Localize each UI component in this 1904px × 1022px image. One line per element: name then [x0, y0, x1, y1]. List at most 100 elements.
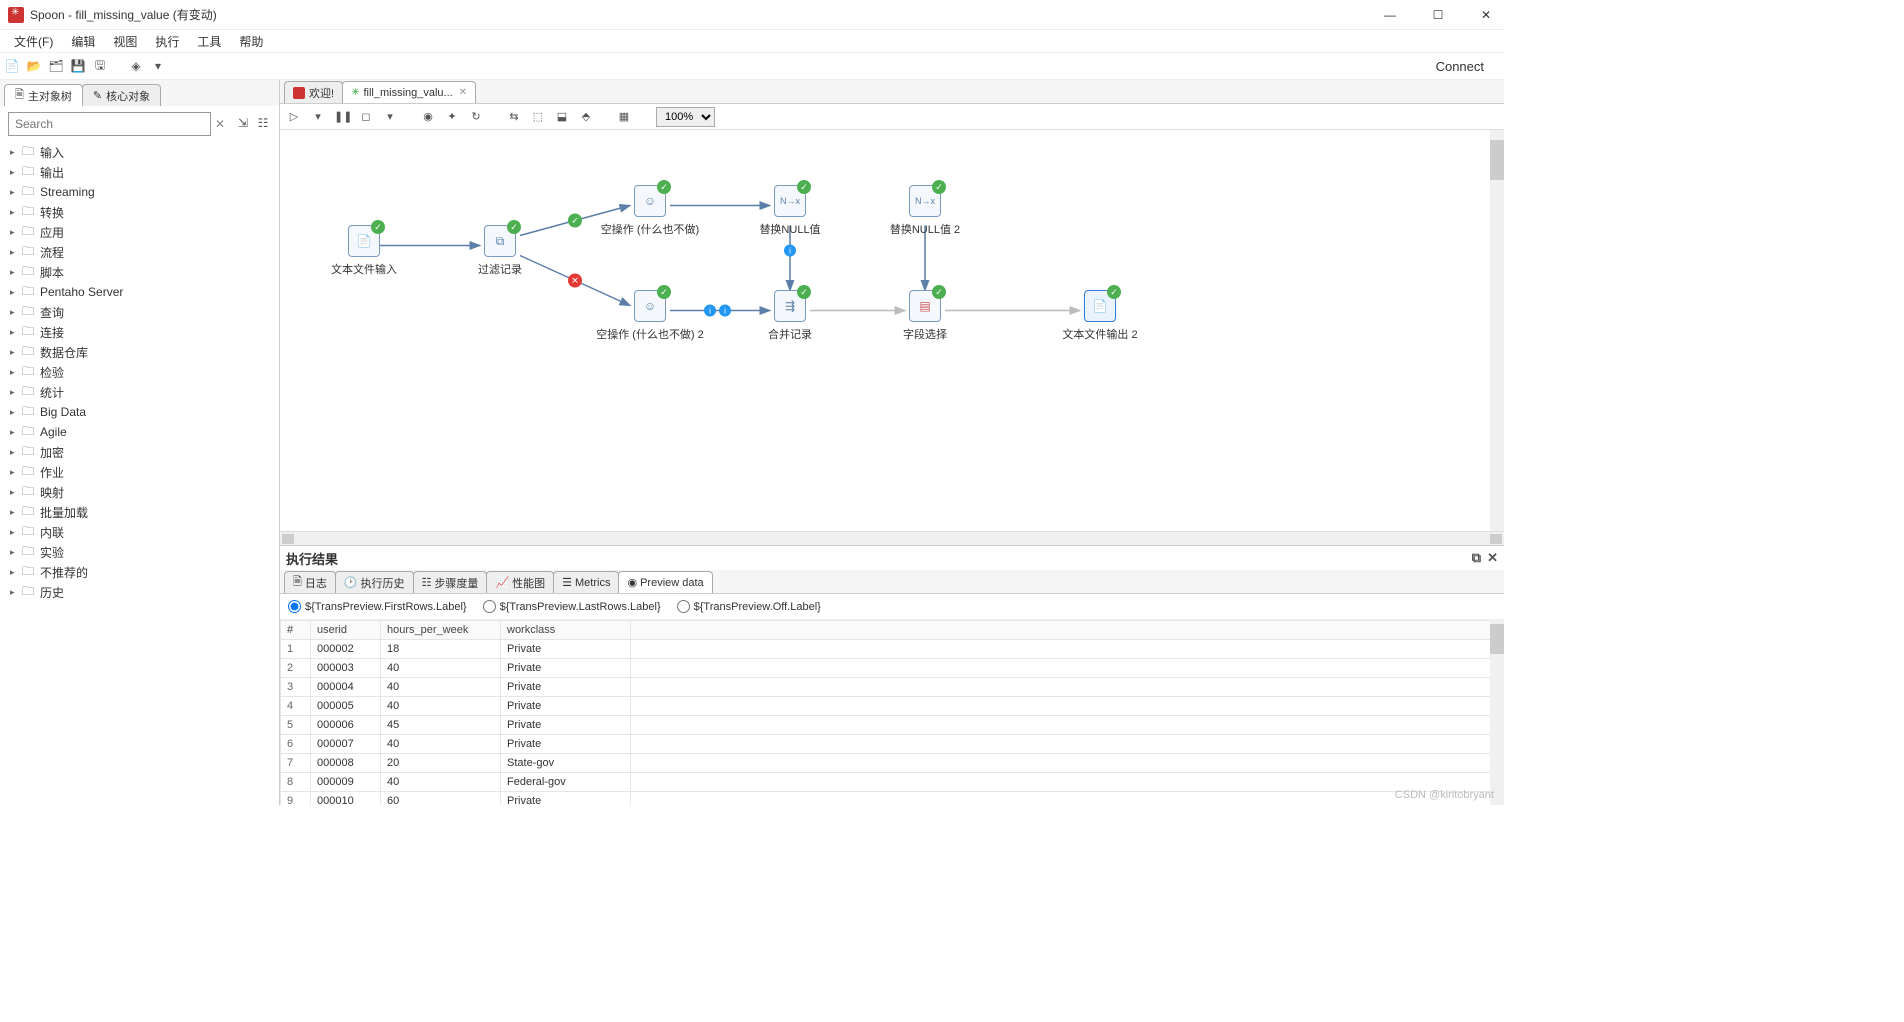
tree-item[interactable]: ▸🗀不推荐的 [0, 562, 279, 582]
impact-icon[interactable]: ⬚ [530, 110, 546, 123]
tree[interactable]: ▸🗀输入▸🗀输出▸🗀Streaming▸🗀转换▸🗀应用▸🗀流程▸🗀脚本▸🗀Pen… [0, 142, 279, 805]
canvas-scrollbar-v[interactable] [1490, 130, 1504, 531]
node-replace-null-2[interactable]: N→x✓ 替换NULL值 2 [865, 185, 985, 237]
tree-item[interactable]: ▸🗀统计 [0, 382, 279, 402]
table-row[interactable]: 400000540Private [281, 697, 1504, 716]
search-input[interactable] [8, 112, 211, 136]
explore-db-icon[interactable]: ⬘ [578, 110, 594, 123]
show-results-icon[interactable]: ▦ [616, 110, 632, 123]
tree-item[interactable]: ▸🗀输入 [0, 142, 279, 162]
tree-item[interactable]: ▸🗀实验 [0, 542, 279, 562]
table-row[interactable]: 900001060Private [281, 792, 1504, 806]
tree-item[interactable]: ▸🗀Streaming [0, 182, 279, 202]
menu-tools[interactable]: 工具 [189, 31, 229, 52]
node-text-file-input[interactable]: 📄✓ 文本文件输入 [304, 225, 424, 277]
table-row[interactable]: 100000218Private [281, 640, 1504, 659]
menu-run[interactable]: 执行 [147, 31, 187, 52]
col-header[interactable]: # [281, 621, 311, 640]
table-row[interactable]: 700000820State-gov [281, 754, 1504, 773]
stop-dropdown-icon[interactable]: ▾ [382, 110, 398, 123]
zoom-select[interactable]: 100% [656, 107, 715, 127]
tree-item[interactable]: ▸🗀Big Data [0, 402, 279, 422]
open-icon[interactable]: 📂 [26, 58, 42, 74]
table-row[interactable]: 600000740Private [281, 735, 1504, 754]
close-button[interactable]: ✕ [1476, 8, 1496, 22]
minimize-button[interactable]: — [1380, 8, 1400, 22]
tree-item[interactable]: ▸🗀历史 [0, 582, 279, 602]
table-row[interactable]: 800000940Federal-gov [281, 773, 1504, 792]
tree-item[interactable]: ▸🗀数据仓库 [0, 342, 279, 362]
collapse-all-icon[interactable]: ☷ [255, 116, 271, 132]
connect-link[interactable]: Connect [1436, 59, 1484, 74]
table-row[interactable]: 200000340Private [281, 659, 1504, 678]
canvas-scrollbar-h[interactable] [280, 531, 1504, 545]
saveas-icon[interactable]: 🖫 [92, 58, 108, 74]
tree-item[interactable]: ▸🗀检验 [0, 362, 279, 382]
tab-step-metrics[interactable]: ☷步骤度量 [413, 571, 488, 593]
save-icon[interactable]: 💾 [70, 58, 86, 74]
maximize-button[interactable]: ☐ [1428, 8, 1448, 22]
stop-icon[interactable]: ◻ [358, 110, 374, 123]
preview-table[interactable]: #useridhours_per_weekworkclass100000218P… [280, 620, 1504, 805]
node-dummy-2[interactable]: ☺✓ 空操作 (什么也不做) 2 [590, 290, 710, 342]
tab-transformation[interactable]: ✳ fill_missing_valu... ✕ [342, 81, 476, 103]
tree-item[interactable]: ▸🗀流程 [0, 242, 279, 262]
explore-icon[interactable]: 🗂 [48, 58, 64, 74]
tab-close-icon[interactable]: ✕ [459, 87, 467, 98]
node-replace-null-1[interactable]: N→x✓ 替换NULL值 [730, 185, 850, 237]
tab-metrics[interactable]: ☰Metrics [553, 571, 619, 593]
new-icon[interactable]: 📄 [4, 58, 20, 74]
table-scrollbar-v[interactable] [1490, 620, 1504, 805]
tree-item[interactable]: ▸🗀作业 [0, 462, 279, 482]
expand-all-icon[interactable]: ⇲ [235, 116, 251, 132]
tab-welcome[interactable]: 欢迎! [284, 81, 343, 103]
debug-icon[interactable]: ✦ [444, 110, 460, 123]
tree-item[interactable]: ▸🗀Agile [0, 422, 279, 442]
tab-core-objects[interactable]: ✎核心对象 [82, 84, 161, 106]
perspective-icon[interactable]: ◈ [128, 58, 144, 74]
tree-item[interactable]: ▸🗀加密 [0, 442, 279, 462]
col-header[interactable]: userid [311, 621, 381, 640]
replay-icon[interactable]: ↻ [468, 110, 484, 123]
node-text-file-output[interactable]: 📄✓ 文本文件输出 2 [1040, 290, 1160, 342]
radio-first-rows[interactable]: ${TransPreview.FirstRows.Label} [288, 600, 467, 613]
tree-item[interactable]: ▸🗀脚本 [0, 262, 279, 282]
tree-item[interactable]: ▸🗀输出 [0, 162, 279, 182]
table-row[interactable]: 300000440Private [281, 678, 1504, 697]
tree-item[interactable]: ▸🗀批量加载 [0, 502, 279, 522]
tree-item[interactable]: ▸🗀内联 [0, 522, 279, 542]
run-dropdown-icon[interactable]: ▾ [310, 110, 326, 123]
menu-view[interactable]: 视图 [105, 31, 145, 52]
col-header[interactable]: workclass [501, 621, 631, 640]
node-select-values[interactable]: ▤✓ 字段选择 [865, 290, 985, 342]
preview-icon[interactable]: ◉ [420, 110, 436, 123]
tree-item[interactable]: ▸🗀应用 [0, 222, 279, 242]
dropdown-icon[interactable]: ▾ [150, 58, 166, 74]
node-filter-rows[interactable]: ⧉✓ 过滤记录 [440, 225, 560, 277]
tab-log[interactable]: 🗎日志 [284, 571, 336, 593]
node-merge-rows[interactable]: ⇶✓ 合并记录 [730, 290, 850, 342]
col-header[interactable]: hours_per_week [381, 621, 501, 640]
popout-icon[interactable]: ⧉ [1472, 550, 1481, 566]
tree-item[interactable]: ▸🗀转换 [0, 202, 279, 222]
run-icon[interactable]: ▷ [286, 110, 302, 123]
tab-main-tree[interactable]: 🗎主对象树 [4, 84, 83, 106]
sql-icon[interactable]: ⬓ [554, 110, 570, 123]
menu-file[interactable]: 文件(F) [6, 31, 61, 52]
tree-item[interactable]: ▸🗀连接 [0, 322, 279, 342]
tree-item[interactable]: ▸🗀映射 [0, 482, 279, 502]
menu-edit[interactable]: 编辑 [63, 31, 103, 52]
table-row[interactable]: 500000645Private [281, 716, 1504, 735]
tab-history[interactable]: 🕑执行历史 [335, 571, 414, 593]
clear-search-icon[interactable]: ✕ [215, 117, 231, 131]
tree-item[interactable]: ▸🗀查询 [0, 302, 279, 322]
tab-preview-data[interactable]: ◉Preview data [618, 571, 712, 593]
radio-last-rows[interactable]: ${TransPreview.LastRows.Label} [483, 600, 661, 613]
node-dummy-1[interactable]: ☺✓ 空操作 (什么也不做) [590, 185, 710, 237]
canvas[interactable]: ✓ ✕ i i i 📄✓ [280, 130, 1504, 531]
tree-item[interactable]: ▸🗀Pentaho Server [0, 282, 279, 302]
pause-icon[interactable]: ❚❚ [334, 110, 350, 123]
radio-off[interactable]: ${TransPreview.Off.Label} [677, 600, 821, 613]
menu-help[interactable]: 帮助 [231, 31, 271, 52]
tab-perf-graph[interactable]: 📈性能图 [486, 571, 554, 593]
